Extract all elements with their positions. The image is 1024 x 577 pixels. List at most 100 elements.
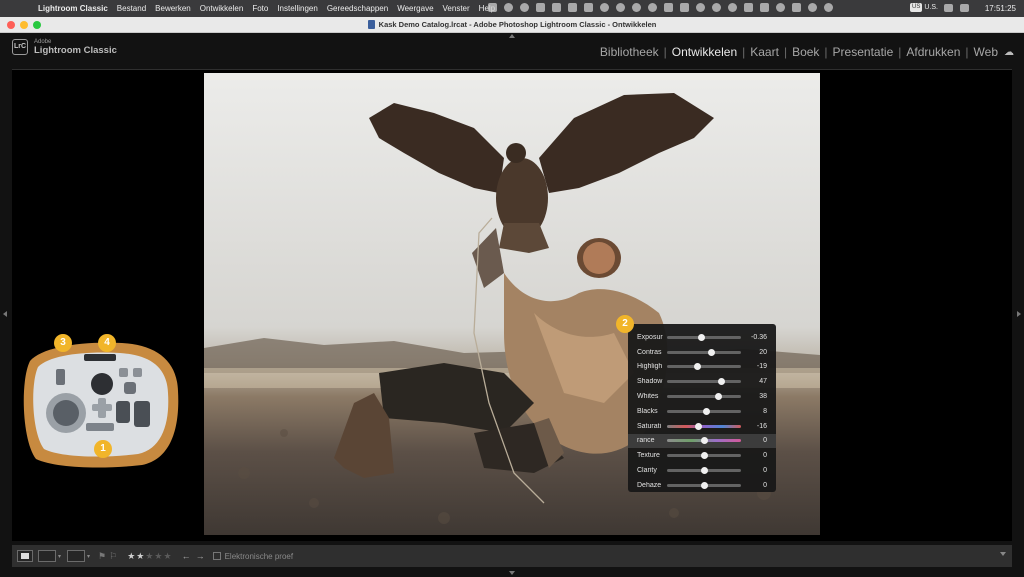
slider-row-rance[interactable]: rance 0: [628, 433, 776, 449]
slider-track[interactable]: [667, 363, 741, 371]
right-panel-toggle-icon[interactable]: [1017, 311, 1021, 317]
slider-track[interactable]: [667, 452, 741, 460]
slider-handle[interactable]: [700, 467, 708, 475]
tray-history-icon[interactable]: [616, 3, 625, 12]
slider-value: 0: [763, 452, 767, 460]
slider-handle[interactable]: [718, 378, 726, 386]
menu-weergave[interactable]: Weergave: [397, 4, 433, 13]
before-after-button[interactable]: [38, 550, 56, 562]
slider-row-dehaze[interactable]: Dehaze 0: [628, 478, 776, 493]
arrow-right-icon[interactable]: →: [196, 551, 205, 561]
tray-sync-icon[interactable]: [600, 3, 609, 12]
slider-handle[interactable]: [700, 452, 708, 460]
flag-pick-icon[interactable]: ⚑: [98, 551, 106, 562]
star-rating[interactable]: ★★★★★: [127, 551, 172, 562]
close-window-button[interactable]: [7, 21, 15, 29]
slider-handle[interactable]: [693, 363, 701, 371]
slider-row-highligh[interactable]: Highligh -19: [628, 360, 776, 375]
tray-monitor-icon[interactable]: [552, 3, 561, 12]
tray-user-icon[interactable]: [648, 3, 657, 12]
left-panel-toggle-icon[interactable]: [3, 311, 7, 317]
slider-track[interactable]: [667, 348, 741, 356]
slider-track[interactable]: [667, 437, 741, 445]
filmstrip-toggle-icon[interactable]: [509, 571, 515, 575]
menu-venster[interactable]: Venster: [443, 4, 470, 13]
module-kaart[interactable]: Kaart: [750, 45, 779, 59]
flag-reject-icon[interactable]: ⚐: [109, 551, 117, 562]
slider-row-saturati[interactable]: Saturati -16: [628, 419, 776, 434]
input-flag: US: [910, 3, 923, 12]
input-source[interactable]: US U.S.: [910, 3, 938, 12]
menu-app-name[interactable]: Lightroom Classic: [38, 4, 108, 13]
module-boek[interactable]: Boek: [792, 45, 819, 59]
tray-record-icon[interactable]: [712, 3, 721, 12]
slider-handle[interactable]: [703, 407, 711, 415]
tray-calendar-icon[interactable]: [680, 3, 689, 12]
tray-slack-icon[interactable]: [536, 3, 545, 12]
menu-ontwikkelen[interactable]: Ontwikkelen: [200, 4, 244, 13]
module-bibliotheek[interactable]: Bibliotheek: [600, 45, 659, 59]
tray-grid-icon[interactable]: [664, 3, 673, 12]
tray-chrome-icon[interactable]: [520, 3, 529, 12]
menu-bewerken[interactable]: Bewerken: [155, 4, 191, 13]
slider-handle[interactable]: [694, 422, 702, 430]
slider-handle[interactable]: [700, 481, 708, 489]
menu-bestand[interactable]: Bestand: [117, 4, 146, 13]
module-afdrukken[interactable]: Afdrukken: [906, 45, 960, 59]
tray-cloud-icon[interactable]: [632, 3, 641, 12]
slider-row-whites[interactable]: Whites 38: [628, 389, 776, 404]
module-web[interactable]: Web: [974, 45, 998, 59]
zoom-window-button[interactable]: [33, 21, 41, 29]
control-center-icon[interactable]: [944, 4, 953, 12]
slider-track[interactable]: [667, 481, 741, 489]
slider-handle[interactable]: [707, 348, 715, 356]
soft-proof-checkbox[interactable]: [212, 552, 221, 560]
module-presentatie[interactable]: Presentatie: [833, 45, 894, 59]
tray-face-icon[interactable]: [728, 3, 737, 12]
tray-play-icon[interactable]: [776, 3, 785, 12]
slider-row-contras[interactable]: Contras 20: [628, 345, 776, 360]
tray-display-icon[interactable]: [584, 3, 593, 12]
menu-instellingen[interactable]: Instellingen: [277, 4, 317, 13]
cloud-sync-icon[interactable]: ☁: [1004, 47, 1014, 58]
top-panel-toggle-icon[interactable]: [509, 34, 515, 38]
tray-info-icon[interactable]: [696, 3, 705, 12]
window-controls: [7, 21, 41, 29]
slider-track[interactable]: [667, 333, 741, 341]
slider-track[interactable]: [667, 422, 741, 430]
tray-bluetooth-icon[interactable]: [744, 3, 753, 12]
toolbar-menu-icon[interactable]: [1000, 552, 1006, 556]
tray-wifi-icon[interactable]: [808, 3, 817, 12]
loupe-view-button[interactable]: [17, 550, 33, 562]
tray-keyboard-icon[interactable]: [760, 3, 769, 12]
tray-drop-icon[interactable]: [504, 3, 513, 12]
slider-track[interactable]: [667, 393, 741, 401]
menu-clock[interactable]: 17:51:25: [985, 0, 1016, 17]
slider-row-texture[interactable]: Texture 0: [628, 448, 776, 463]
tray-app-icon[interactable]: [488, 3, 497, 12]
menu-foto[interactable]: Foto: [252, 4, 268, 13]
slider-row-blacks[interactable]: Blacks 8: [628, 404, 776, 419]
menu-gereedschappen[interactable]: Gereedschappen: [327, 4, 388, 13]
slider-handle[interactable]: [698, 333, 706, 341]
notification-icon[interactable]: [960, 4, 969, 12]
compare-view-button[interactable]: [67, 550, 86, 562]
slider-value: 8: [763, 407, 767, 415]
slider-handle[interactable]: [714, 393, 722, 401]
chevron-down-icon[interactable]: ▾: [58, 553, 61, 560]
slider-track[interactable]: [667, 467, 741, 475]
tray-screen-icon[interactable]: [568, 3, 577, 12]
arrow-left-icon[interactable]: ←: [182, 551, 191, 561]
tray-battery-icon[interactable]: [792, 3, 801, 12]
slider-track[interactable]: [667, 407, 741, 415]
slider-row-clarity[interactable]: Clarity 0: [628, 463, 776, 478]
module-ontwikkelen[interactable]: Ontwikkelen: [672, 45, 737, 59]
input-source-label: U.S.: [924, 4, 938, 11]
minimize-window-button[interactable]: [20, 21, 28, 29]
tray-search-icon[interactable]: [824, 3, 833, 12]
slider-handle[interactable]: [700, 437, 708, 445]
slider-row-shadow[interactable]: Shadow 47: [628, 374, 776, 389]
chevron-down-icon[interactable]: ▾: [87, 553, 90, 560]
slider-row-exposur[interactable]: Exposur -0.36: [628, 330, 776, 345]
slider-track[interactable]: [667, 378, 741, 386]
